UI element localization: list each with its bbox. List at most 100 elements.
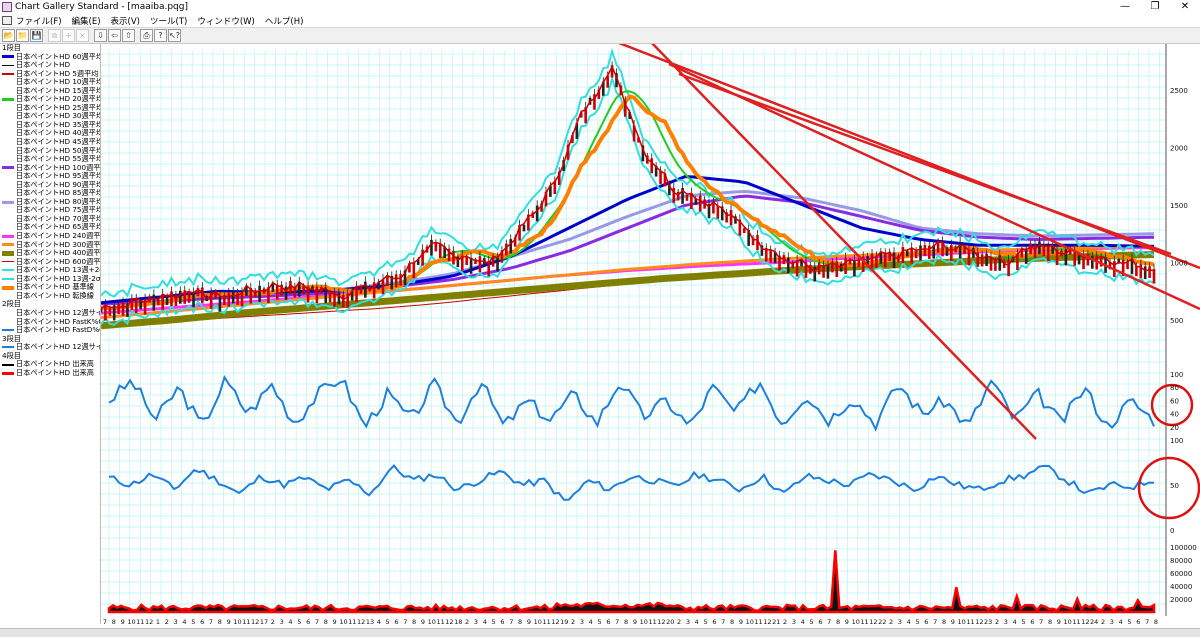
x-tick-label: 4 [801,618,805,626]
candle-body [870,253,874,268]
x-tick-label: 12 [251,618,259,626]
legend-item[interactable]: 日本ペイントHD 65週平均 [0,223,100,232]
candle-body [179,290,182,304]
y-tick-label: 80000 [1170,557,1192,565]
y-tick-label: 80 [1170,384,1179,392]
legend-item[interactable]: 日本ペイントHD 95週平均 [0,172,100,181]
open-icon[interactable]: 📁 [16,29,29,42]
candle-body [412,262,416,279]
legend-label: 日本ペイントHD FastD%Q [16,326,100,335]
candle-body [399,274,402,286]
chart-area[interactable]: 2500200015001000500100806040201005001000… [101,44,1200,628]
legend-item[interactable]: 日本ペイントHD 90週平均 [0,181,100,190]
legend-item[interactable]: 日本ペイントHD 80週平均 [0,198,100,207]
x-tick-label: 10 [640,618,648,626]
legend-item[interactable]: 日本ペイントHD 12週サイコロジカル [0,309,100,318]
x-tick-label: 2 [783,618,787,626]
candle-body [905,250,909,257]
x-tick-label: 12 [357,618,365,626]
legend-item[interactable]: 日本ペイントHD 5週平均 [0,70,100,79]
menu-file[interactable]: ファイル(F) [16,15,62,27]
help-icon[interactable]: ? [154,29,167,42]
x-tick-label: 4 [1013,618,1017,626]
legend-item[interactable]: 日本ペイントHD 30週平均 [0,112,100,121]
chart-left-icon[interactable]: ⇦ [108,29,121,42]
copy-icon[interactable]: ⧉ [48,29,61,42]
close-button[interactable]: ✕ [1170,0,1200,14]
y-tick-label: 1000 [1170,260,1188,268]
x-tick-label: 3 [792,618,796,626]
menu-view[interactable]: 表示(V) [111,15,140,27]
x-tick-label: 10 [339,618,347,626]
save-icon[interactable]: 💾 [30,29,43,42]
print-icon[interactable]: ⎙ [140,29,153,42]
legend-item[interactable]: 日本ペイントHD 55週平均 [0,155,100,164]
legend-label: 日本ペイントHD 100週平均 [16,163,100,172]
menu-edit[interactable]: 編集(E) [72,15,101,27]
legend-item[interactable]: 日本ペイントHD 35週平均 [0,121,100,130]
menu-window[interactable]: ウィンドウ(W) [197,15,255,27]
x-tick-label: 2 [1101,618,1105,626]
open-folder-icon[interactable]: 📂 [2,29,15,42]
chart-up-icon[interactable]: ⇧ [122,29,135,42]
legend-item[interactable]: 日本ペイントHD 40週平均 [0,129,100,138]
legend-swatch [2,285,14,290]
candle-body [1064,249,1068,266]
legend-item[interactable]: 日本ペイントHD 400週平均 [0,249,100,258]
legend-item[interactable]: 日本ペイントHD 85週平均 [0,189,100,198]
x-tick-label: 12 [1081,618,1089,626]
candle-body [892,252,896,269]
menu-help[interactable]: ヘルプ(H) [265,15,304,27]
x-tick-label: 3 [686,618,690,626]
y-tick-label: 1500 [1170,202,1188,210]
menu-tools[interactable]: ツール(T) [150,15,187,27]
legend-item[interactable]: 日本ペイントHD 300週平均 [0,241,100,250]
legend-item[interactable]: 日本ペイントHD 70週平均 [0,215,100,224]
legend-item[interactable]: 日本ペイントHD 13週+2σ [0,266,100,275]
candle-body [275,284,279,300]
add-icon[interactable]: + [62,29,75,42]
x-tick-label: 5 [1021,618,1025,626]
x-tick-label: 9 [951,618,955,626]
legend-label: 日本ペイントHD 出来高 [16,360,94,369]
minimize-button[interactable]: — [1110,0,1140,14]
legend-item[interactable]: 日本ペイントHD 75週平均 [0,206,100,215]
y-tick-label: 0 [1170,527,1174,535]
candle-body [302,285,305,295]
legend-item[interactable]: 日本ペイントHD 出来高 [0,369,100,378]
delete-icon[interactable]: × [76,29,89,42]
legend-item[interactable]: 日本ペイントHD 45週平均 [0,138,100,147]
maximize-button[interactable]: ❐ [1140,0,1170,14]
x-tick-label: 11 [136,618,144,626]
legend-item[interactable]: 日本ペイントHD 60週平均 [0,53,100,62]
legend-item[interactable]: 日本ペイントHD 20週平均 [0,95,100,104]
legend-label: 日本ペイントHD 85週平均 [16,189,100,198]
legend-item[interactable]: 日本ペイントHD 240週平均 [0,232,100,241]
legend-item[interactable]: 日本ペイントHD 600週平均 [0,258,100,267]
candle-body [117,303,120,315]
legend-item[interactable]: 日本ペイントHD 15週平均 [0,87,100,96]
legend-item[interactable]: 日本ペイントHD 13週-2σ [0,275,100,284]
legend-item[interactable]: 日本ペイントHD 50週平均 [0,147,100,156]
legend-item[interactable]: 日本ペイントHD 100週平均 [0,164,100,173]
x-tick-label: 8 [1154,618,1158,626]
candle-body [289,281,292,295]
candle-body [883,253,887,268]
legend-item[interactable]: 日本ペイントHD [0,61,100,70]
legend-item[interactable]: 日本ペイントHD 10週平均 [0,78,100,87]
x-tick-label: 10 [1064,618,1072,626]
document-icon[interactable] [2,16,12,25]
x-tick-label: 9 [333,618,337,626]
x-tick-label: 6 [306,618,310,626]
legend-label: 日本ペイントHD 基準線 [16,283,94,292]
legend-item[interactable]: 日本ペイントHD 基準線 [0,283,100,292]
legend-item[interactable]: 日本ペイントHD 出来高 [0,360,100,369]
candle-body [522,224,526,232]
legend-item[interactable]: 日本ペイントHD 25週平均 [0,104,100,113]
legend-item[interactable]: 日本ペイントHD FastK%Q [0,318,100,327]
legend-label: 日本ペイントHD 転換線 [16,291,94,300]
context-help-icon[interactable]: ↖? [168,29,181,42]
candle-body [174,294,178,306]
x-tick-label: 7 [933,618,937,626]
chart-down-icon[interactable]: ⇩ [94,29,107,42]
